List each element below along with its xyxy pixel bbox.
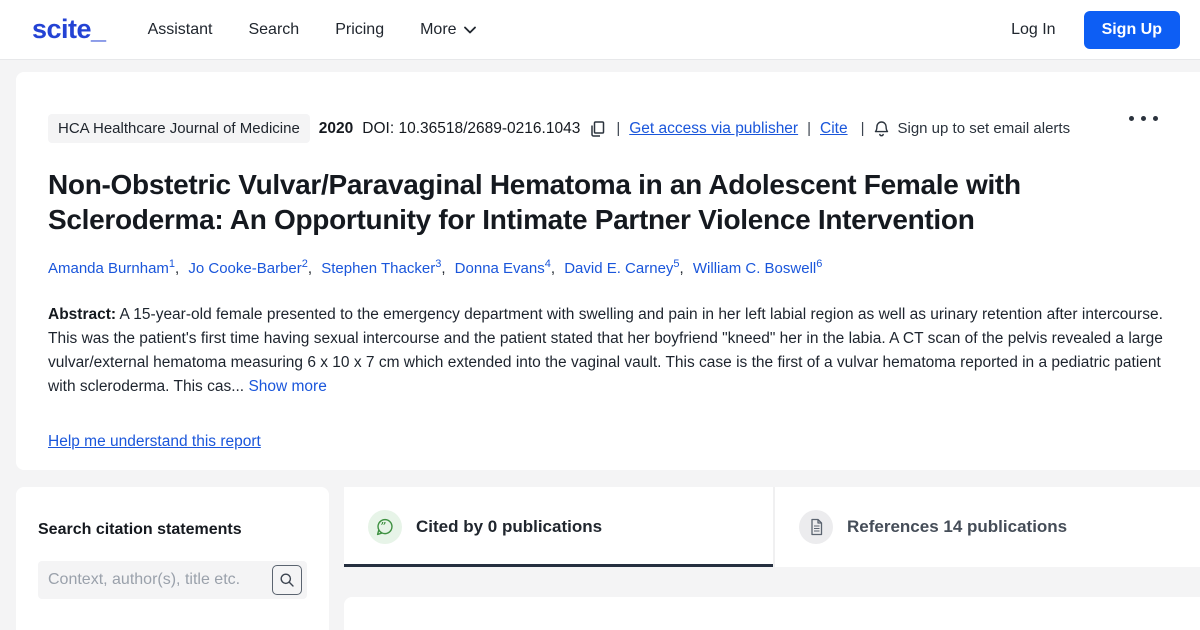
separator: |	[807, 120, 811, 137]
tab-references-label: References 14 publications	[847, 517, 1068, 536]
author-name: Stephen Thacker	[321, 259, 436, 277]
paper-meta-row: HCA Healthcare Journal of Medicine 2020 …	[48, 114, 1168, 143]
nav-item-search-label: Search	[248, 20, 300, 38]
author-name: William C. Boswell	[692, 259, 817, 277]
nav-links: Assistant Search Pricing More	[148, 21, 476, 39]
citation-search-box	[38, 561, 307, 599]
authors-list: Amanda Burnham1, Jo Cooke-Barber2, Steph…	[48, 258, 1168, 277]
abstract-label: Abstract:	[48, 305, 117, 323]
paper-title: Non-Obstetric Vulvar/Paravaginal Hematom…	[48, 169, 1021, 236]
search-citation-statements-label: Search citation statements	[38, 521, 242, 538]
author-name: Donna Evans	[454, 259, 545, 277]
paper-card: HCA Healthcare Journal of Medicine 2020 …	[16, 72, 1200, 470]
abstract-paragraph: Abstract: A 15-year-old female presented…	[48, 303, 1168, 399]
bell-icon	[875, 120, 889, 136]
author-link[interactable]: David E. Carney5	[564, 257, 680, 277]
help-understand-report-link[interactable]: Help me understand this report	[48, 433, 261, 451]
author-separator: ,	[679, 259, 684, 277]
nav-item-assistant[interactable]: Assistant	[148, 21, 213, 39]
author-affiliation-number: 4	[544, 257, 551, 270]
tab-content-panel	[344, 597, 1200, 630]
author-link[interactable]: Donna Evans4	[454, 257, 551, 277]
author-separator: ,	[175, 259, 180, 277]
tab-cited-by[interactable]: ” Cited by 0 publications	[344, 487, 773, 567]
author-affiliation-number: 5	[673, 257, 680, 270]
nav-item-more-label: More	[420, 20, 457, 38]
email-alerts-label: Sign up to set email alerts	[897, 120, 1071, 137]
author-separator: ,	[550, 259, 556, 277]
author-link[interactable]: Amanda Burnham1	[48, 258, 175, 277]
author-affiliation-number: 6	[816, 257, 823, 270]
publications-tabs: ” Cited by 0 publications References 14 …	[344, 487, 1200, 567]
publication-year: 2020	[318, 119, 354, 137]
separator: |	[616, 120, 621, 137]
copy-doi-button[interactable]	[589, 120, 607, 138]
login-link[interactable]: Log In	[1011, 21, 1055, 39]
author-separator: ,	[441, 259, 446, 277]
author-separator: ,	[307, 259, 313, 277]
chevron-down-icon	[463, 26, 476, 33]
author-name: David E. Carney	[564, 259, 674, 277]
email-alerts-button[interactable]: Sign up to set email alerts	[873, 120, 1070, 138]
svg-text:”: ”	[381, 522, 387, 533]
citation-search-button[interactable]	[272, 565, 302, 595]
author-link[interactable]: William C. Boswell6	[692, 257, 823, 277]
document-icon	[799, 510, 833, 544]
scite-logo[interactable]: scite_	[32, 14, 106, 45]
nav-item-pricing[interactable]: Pricing	[335, 21, 384, 39]
journal-badge[interactable]: HCA Healthcare Journal of Medicine	[48, 114, 310, 143]
author-name: Amanda Burnham	[48, 259, 169, 277]
nav-right: Log In Sign Up	[1011, 10, 1180, 49]
abstract-text: A 15-year-old female presented to the em…	[48, 305, 1163, 395]
citation-search-panel: Search citation statements	[16, 487, 329, 630]
nav-item-search[interactable]: Search	[248, 21, 299, 39]
doi-text: DOI: 10.36518/2689-0216.1043	[362, 119, 581, 137]
cite-link[interactable]: Cite	[820, 120, 848, 138]
show-more-link[interactable]: Show more	[248, 378, 326, 395]
author-affiliation-number: 2	[301, 257, 308, 270]
tab-cited-by-label: Cited by 0 publications	[416, 517, 603, 536]
citation-search-input[interactable]	[48, 571, 272, 589]
quote-bubble-icon: ”	[368, 510, 402, 544]
separator: |	[860, 120, 865, 137]
author-name: Jo Cooke-Barber	[188, 259, 302, 277]
search-icon	[280, 573, 294, 587]
author-link[interactable]: Stephen Thacker3	[321, 258, 441, 277]
navbar: scite_ Assistant Search Pricing More Log…	[0, 0, 1200, 60]
signup-button[interactable]: Sign Up	[1083, 10, 1180, 49]
author-link[interactable]: Jo Cooke-Barber2	[188, 257, 308, 277]
nav-item-pricing-label: Pricing	[335, 20, 385, 38]
copy-icon	[591, 120, 605, 137]
nav-item-more[interactable]: More	[420, 20, 476, 39]
tab-references[interactable]: References 14 publications	[773, 487, 1200, 567]
get-access-link[interactable]: Get access via publisher	[629, 120, 798, 138]
nav-item-assistant-label: Assistant	[147, 20, 213, 38]
